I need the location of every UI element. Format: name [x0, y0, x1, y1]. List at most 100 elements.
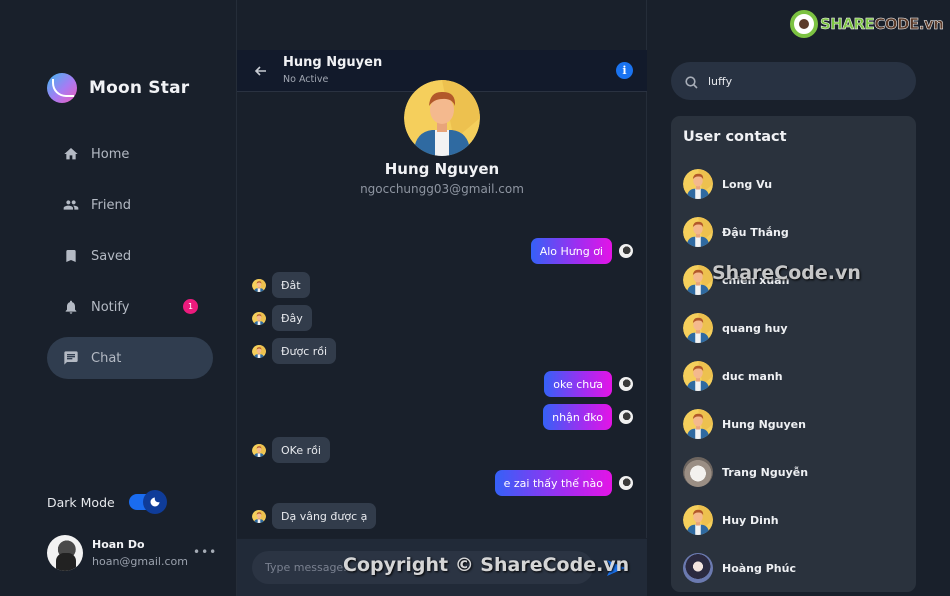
- bell-icon: [63, 299, 79, 315]
- message-incoming: Được rồi: [252, 338, 337, 364]
- avatar: [619, 244, 633, 258]
- search-input[interactable]: [708, 62, 908, 100]
- message-bubble: Dạ vâng được ạ: [272, 503, 377, 529]
- sidebar-item-label: Chat: [91, 350, 122, 366]
- avatar: [619, 410, 633, 424]
- message-outgoing: Alo Hưng ơi: [530, 238, 633, 264]
- avatar: [47, 535, 83, 571]
- contact-item[interactable]: Huy Dinh: [683, 504, 908, 536]
- sidebar-item-notify[interactable]: Notify 1: [47, 286, 213, 328]
- contact-name: Trang Nguyễn: [722, 465, 809, 479]
- contact-name: Long Vu: [722, 177, 773, 191]
- message-input[interactable]: [252, 551, 593, 584]
- dark-mode-row: Dark Mode: [47, 490, 167, 514]
- app-root: Moon Star Home Friend Saved Notify 1 Cha…: [0, 0, 950, 596]
- contact-item[interactable]: quang huy: [683, 312, 908, 344]
- avatar: [683, 409, 713, 439]
- avatar: [683, 217, 713, 247]
- home-icon: [63, 146, 79, 162]
- send-icon[interactable]: [607, 560, 625, 576]
- contact-name: chien xuan: [722, 273, 790, 287]
- sidebar-item-friend[interactable]: Friend: [47, 184, 213, 226]
- profile-name: Hoan Do: [92, 538, 145, 551]
- contact-name: Huy Dinh: [722, 513, 779, 527]
- brand[interactable]: Moon Star: [47, 73, 189, 103]
- message-bubble: Được rồi: [272, 338, 337, 364]
- avatar: [683, 313, 713, 343]
- people-icon: [63, 197, 79, 213]
- sidebar-item-saved[interactable]: Saved: [47, 235, 213, 277]
- dark-mode-label: Dark Mode: [47, 494, 115, 510]
- contact-item[interactable]: Trang Nguyễn: [683, 456, 908, 488]
- more-options-icon[interactable]: •••: [193, 545, 217, 559]
- contact-name: Hoàng Phúc: [722, 561, 796, 575]
- back-arrow-icon[interactable]: [253, 63, 269, 79]
- contact-name: quang huy: [722, 321, 788, 335]
- contacts-panel: SHARECODE.vn User contact Long Vu Đậu Th…: [647, 0, 950, 596]
- dark-mode-toggle[interactable]: [128, 490, 167, 514]
- message-bubble: nhận đko: [543, 404, 612, 430]
- message-outgoing: e zai thấy thế nào: [494, 470, 633, 496]
- sidebar-nav: Home Friend Saved Notify 1 Chat: [47, 133, 213, 388]
- avatar: [619, 377, 633, 391]
- contact-item[interactable]: Hoàng Phúc: [683, 552, 908, 584]
- contact-item[interactable]: Long Vu: [683, 168, 908, 200]
- sidebar-item-label: Notify: [91, 299, 130, 315]
- avatar: [683, 553, 713, 583]
- avatar: [252, 509, 266, 523]
- message-bubble: OKe rồi: [272, 437, 330, 463]
- contact-name: Đậu Thắng: [722, 225, 789, 239]
- avatar: [252, 443, 266, 457]
- contact-name: Hung Nguyen: [722, 417, 806, 431]
- avatar: [252, 278, 266, 292]
- chat-status: No Active: [283, 74, 329, 85]
- message-outgoing: oke chưa: [544, 371, 633, 397]
- bookmark-icon: [63, 248, 79, 264]
- message-incoming: OKe rồi: [252, 437, 330, 463]
- chat-composer: [237, 538, 647, 596]
- info-icon[interactable]: i: [616, 62, 633, 79]
- contact-email: ngocchungg03@gmail.com: [360, 182, 524, 196]
- profile-email: hoan@gmail.com: [92, 555, 188, 568]
- message-bubble: Alo Hưng ơi: [530, 238, 612, 264]
- sidebar-item-label: Friend: [91, 197, 131, 213]
- contact-name: duc manh: [722, 369, 783, 383]
- message-outgoing: nhận đko: [543, 404, 633, 430]
- logo-text: CODE.vn: [874, 15, 944, 34]
- moon-logo-icon: [47, 73, 77, 103]
- avatar: [252, 311, 266, 325]
- user-profile[interactable]: Hoan Do hoan@gmail.com •••: [47, 535, 216, 571]
- sidebar-item-label: Home: [91, 146, 130, 162]
- search-box: [671, 62, 916, 100]
- avatar: [683, 361, 713, 391]
- message-incoming: Đây: [252, 305, 312, 331]
- search-icon: [685, 74, 698, 89]
- chat-icon: [63, 350, 79, 366]
- contact-item[interactable]: Đậu Thắng: [683, 216, 908, 248]
- contacts-title: User contact: [683, 129, 787, 145]
- avatar: [683, 457, 713, 487]
- message-bubble: e zai thấy thế nào: [494, 470, 612, 496]
- chat-title: Hung Nguyen: [283, 55, 383, 70]
- avatar: [683, 169, 713, 199]
- logo-text: SHARE: [820, 15, 875, 34]
- sidebar-item-label: Saved: [91, 248, 132, 264]
- avatar: [683, 265, 713, 295]
- message-incoming: Đât: [252, 272, 310, 298]
- avatar: [252, 344, 266, 358]
- contact-item[interactable]: chien xuan: [683, 264, 908, 296]
- sidebar-item-chat[interactable]: Chat: [47, 337, 213, 379]
- chat-panel: Hung Nguyen No Active i Hung Nguyen ngoc…: [237, 0, 647, 596]
- avatar: [683, 505, 713, 535]
- message-bubble: oke chưa: [544, 371, 612, 397]
- contact-avatar: [404, 80, 480, 156]
- moon-icon: [142, 490, 167, 514]
- user-contact-list: User contact Long Vu Đậu Thắng chien xua…: [671, 116, 916, 592]
- contact-name: Hung Nguyen: [384, 160, 500, 178]
- contact-item[interactable]: Hung Nguyen: [683, 408, 908, 440]
- notification-badge: 1: [183, 299, 198, 314]
- sidebar-item-home[interactable]: Home: [47, 133, 213, 175]
- sharecode-logo: SHARECODE.vn: [790, 10, 944, 38]
- avatar: [619, 476, 633, 490]
- contact-item[interactable]: duc manh: [683, 360, 908, 392]
